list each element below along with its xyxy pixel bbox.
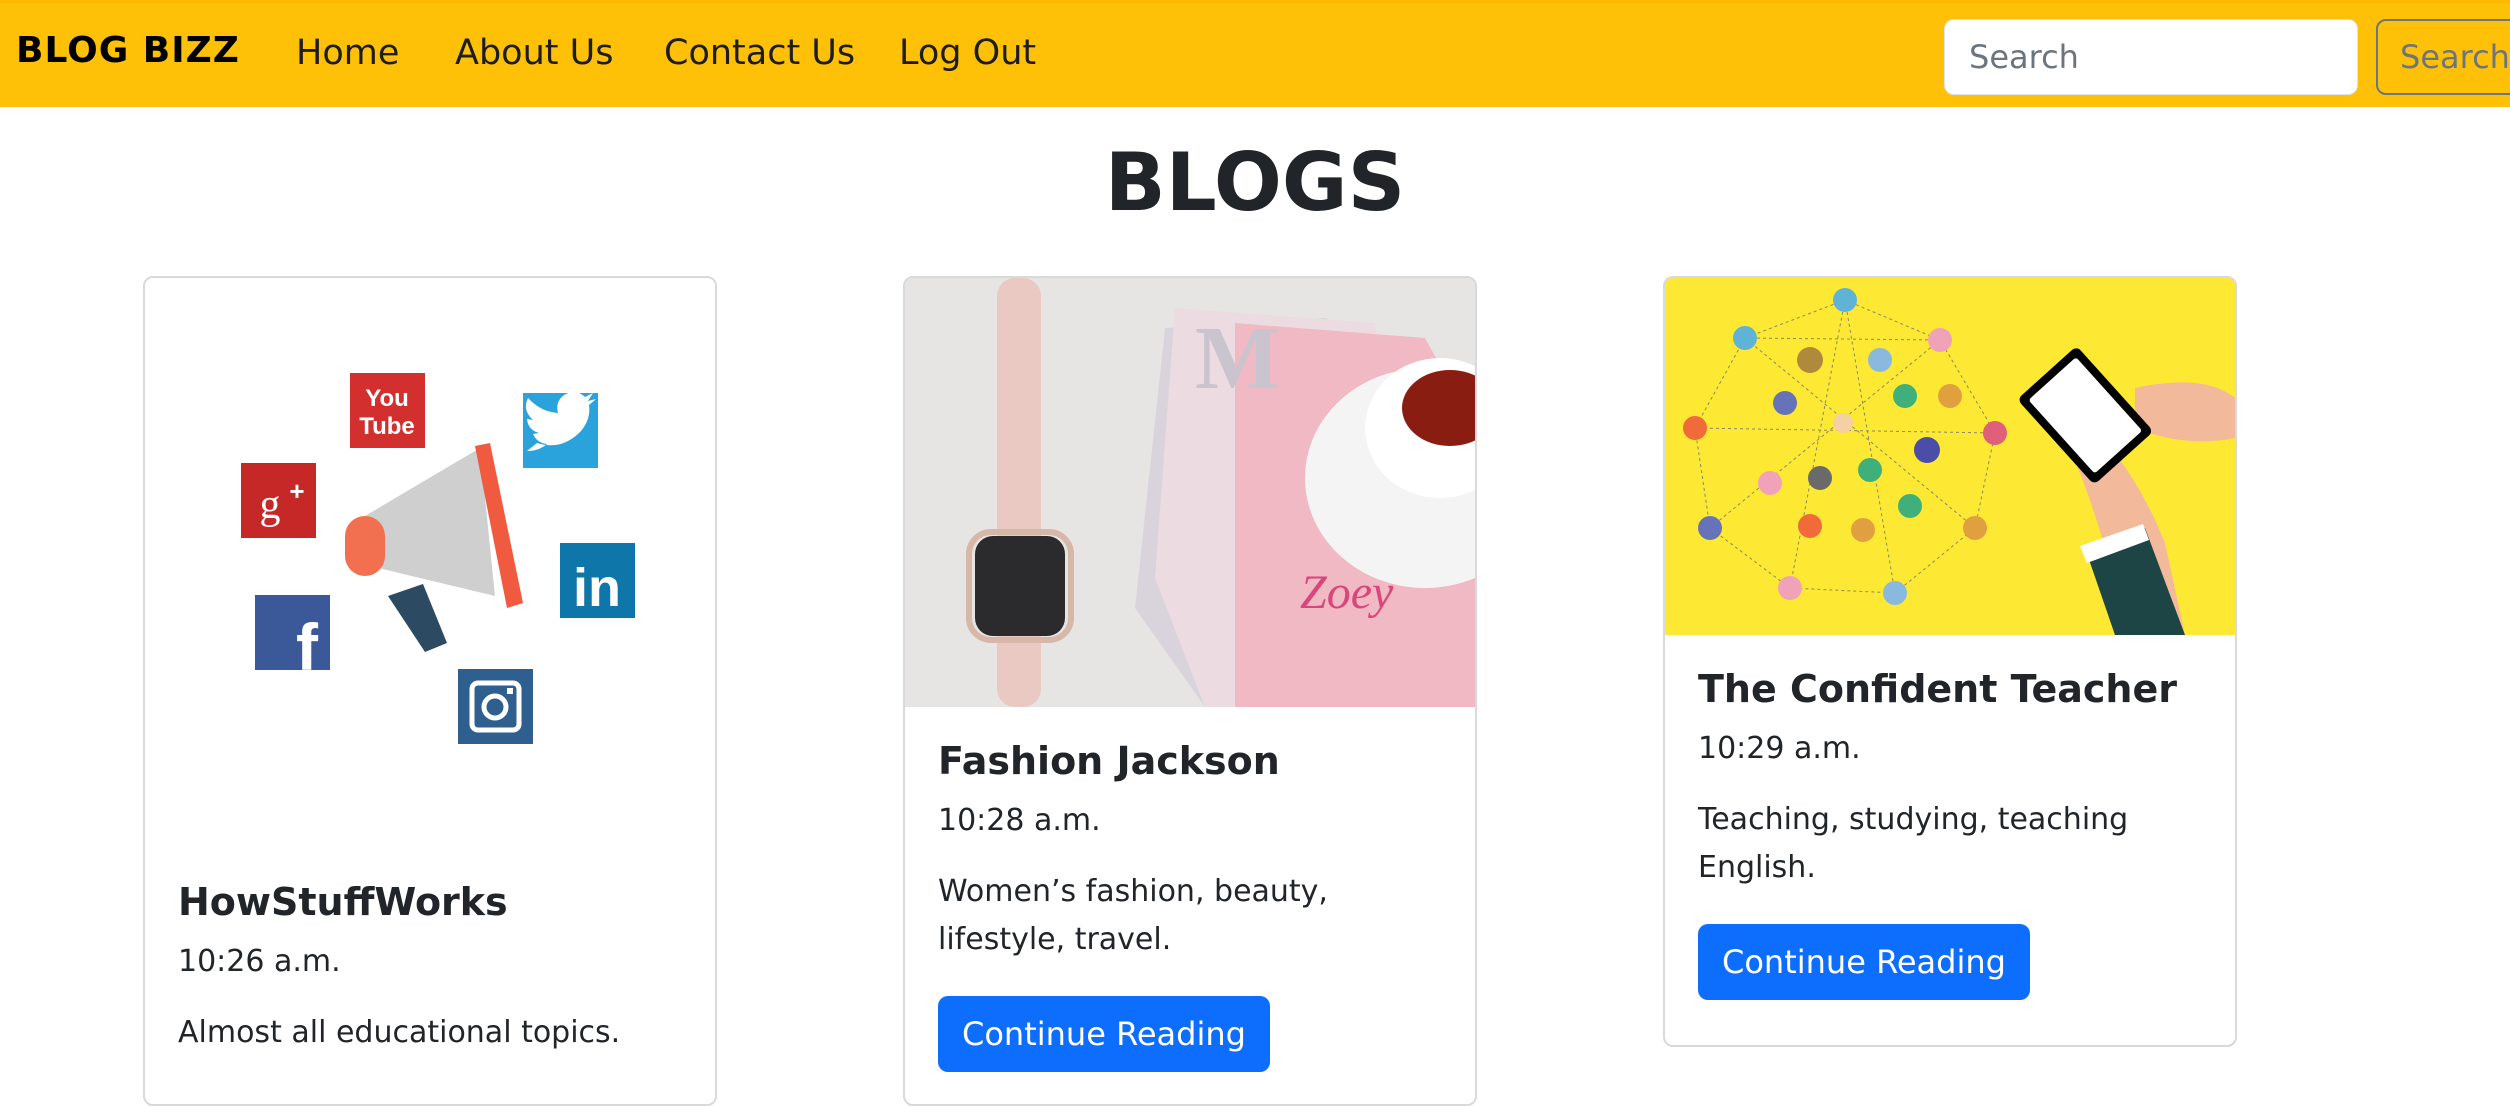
card-title[interactable]: Fashion Jackson: [938, 739, 1442, 783]
card-description: Almost all educational topics.: [178, 1015, 621, 1050]
blog-card-howstuffworks: You Tube g + in f HowStuffWorks 10:26 a.…: [143, 276, 717, 1106]
nav-link-log-out[interactable]: Log Out: [899, 33, 1036, 73]
svg-text:+: +: [289, 476, 304, 506]
card-body: The Confident Teacher 10:29 a.m. Teachin…: [1665, 667, 2235, 1000]
svg-text:f: f: [296, 610, 319, 684]
svg-text:g: g: [260, 482, 281, 528]
nav-link-home[interactable]: Home: [296, 33, 399, 73]
svg-text:M: M: [1195, 309, 1280, 408]
twitter-icon: [523, 391, 598, 468]
svg-text:You: You: [365, 385, 409, 412]
search-button[interactable]: Search: [2376, 19, 2510, 95]
linkedin-icon: in: [560, 543, 635, 618]
card-time: 10:26 a.m.: [178, 944, 341, 979]
network-people-smartphone-image: [1665, 278, 2235, 635]
card-title[interactable]: HowStuffWorks: [178, 880, 682, 924]
card-title[interactable]: The Confident Teacher: [1698, 667, 2202, 711]
nav-link-about-us[interactable]: About Us: [455, 33, 613, 73]
google-plus-icon: g +: [241, 463, 316, 538]
continue-reading-button[interactable]: Continue Reading: [1698, 924, 2030, 1000]
svg-text:Tube: Tube: [359, 413, 415, 440]
smartwatch-magazines-tea-image: M Zoey: [905, 278, 1475, 707]
search-input[interactable]: [1944, 19, 2358, 95]
card-body: Fashion Jackson 10:28 a.m. Women’s fashi…: [905, 739, 1475, 1072]
instagram-icon: [458, 669, 533, 744]
nav-link-contact-us[interactable]: Contact Us: [664, 33, 855, 73]
card-description: Women’s fashion, beauty, lifestyle, trav…: [938, 874, 1328, 957]
page-title: BLOGS: [1104, 136, 1406, 229]
blog-card-fashion-jackson: M Zoey Fashion Jackson 10:28 a.m. Women’…: [903, 276, 1477, 1106]
navbar: BLOG BIZZ Home About Us Contact Us Log O…: [0, 0, 2510, 107]
svg-text:in: in: [573, 558, 621, 618]
card-description: Teaching, studying, teaching English.: [1698, 802, 2129, 885]
youtube-icon: You Tube: [350, 373, 425, 448]
continue-reading-button[interactable]: Continue Reading: [938, 996, 1270, 1072]
card-body: HowStuffWorks 10:26 a.m. Almost all educ…: [145, 880, 715, 1057]
brand-logo[interactable]: BLOG BIZZ: [16, 30, 240, 71]
card-time: 10:29 a.m.: [1698, 731, 1861, 766]
social-media-megaphone-image: You Tube g + in f: [145, 278, 715, 848]
blog-card-confident-teacher: The Confident Teacher 10:29 a.m. Teachin…: [1663, 276, 2237, 1047]
card-time: 10:28 a.m.: [938, 803, 1101, 838]
